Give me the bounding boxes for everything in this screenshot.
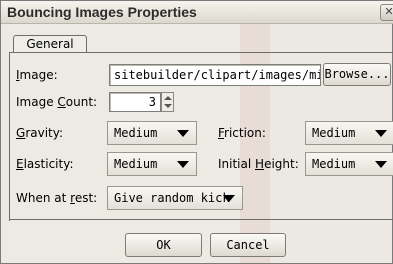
image-count-field[interactable]: 3 [109,92,161,112]
elasticity-value: Medium [114,157,158,171]
gravity-value: Medium [114,126,158,140]
chevron-down-icon [177,161,189,168]
close-button[interactable]: ✕ [380,4,393,21]
title-bar[interactable]: Bouncing Images Properties ✕ [1,1,393,24]
dialog-title: Bouncing Images Properties [7,4,197,20]
tab-general[interactable]: General [13,35,87,53]
close-icon: ✕ [384,5,393,18]
browse-button[interactable]: Browse... [323,63,391,86]
increment-icon[interactable] [164,96,172,100]
friction-value: Medium [312,126,356,140]
image-count-stepper[interactable] [161,92,174,112]
divider [9,219,393,220]
elasticity-select[interactable]: Medium [107,152,197,176]
image-label: Image: [16,68,58,82]
gravity-label: Gravity: [16,126,64,140]
when-at-rest-label: When at rest: [16,191,98,205]
ok-button[interactable]: OK [125,233,202,257]
image-count-label: Image Count: [16,95,98,109]
chevron-down-icon [375,161,387,168]
initial-height-select[interactable]: Medium [305,152,393,176]
chevron-down-icon [177,130,189,137]
image-path-field[interactable]: sitebuilder/clipart/images/misc/st [109,64,321,86]
gravity-select[interactable]: Medium [107,121,197,145]
decrement-icon[interactable] [164,104,172,108]
friction-label: Friction: [218,126,266,140]
initial-height-label: Initial Height: [218,157,299,171]
chevron-down-icon [375,130,387,137]
chevron-down-icon [223,195,235,202]
cancel-button[interactable]: Cancel [210,233,286,257]
elasticity-label: Elasticity: [16,157,74,171]
properties-dialog: Bouncing Images Properties ✕ General Ima… [0,0,393,264]
when-at-rest-select[interactable]: Give random kick [107,186,243,210]
when-at-rest-value: Give random kick [114,191,230,205]
friction-select[interactable]: Medium [305,121,393,145]
initial-height-value: Medium [312,157,356,171]
